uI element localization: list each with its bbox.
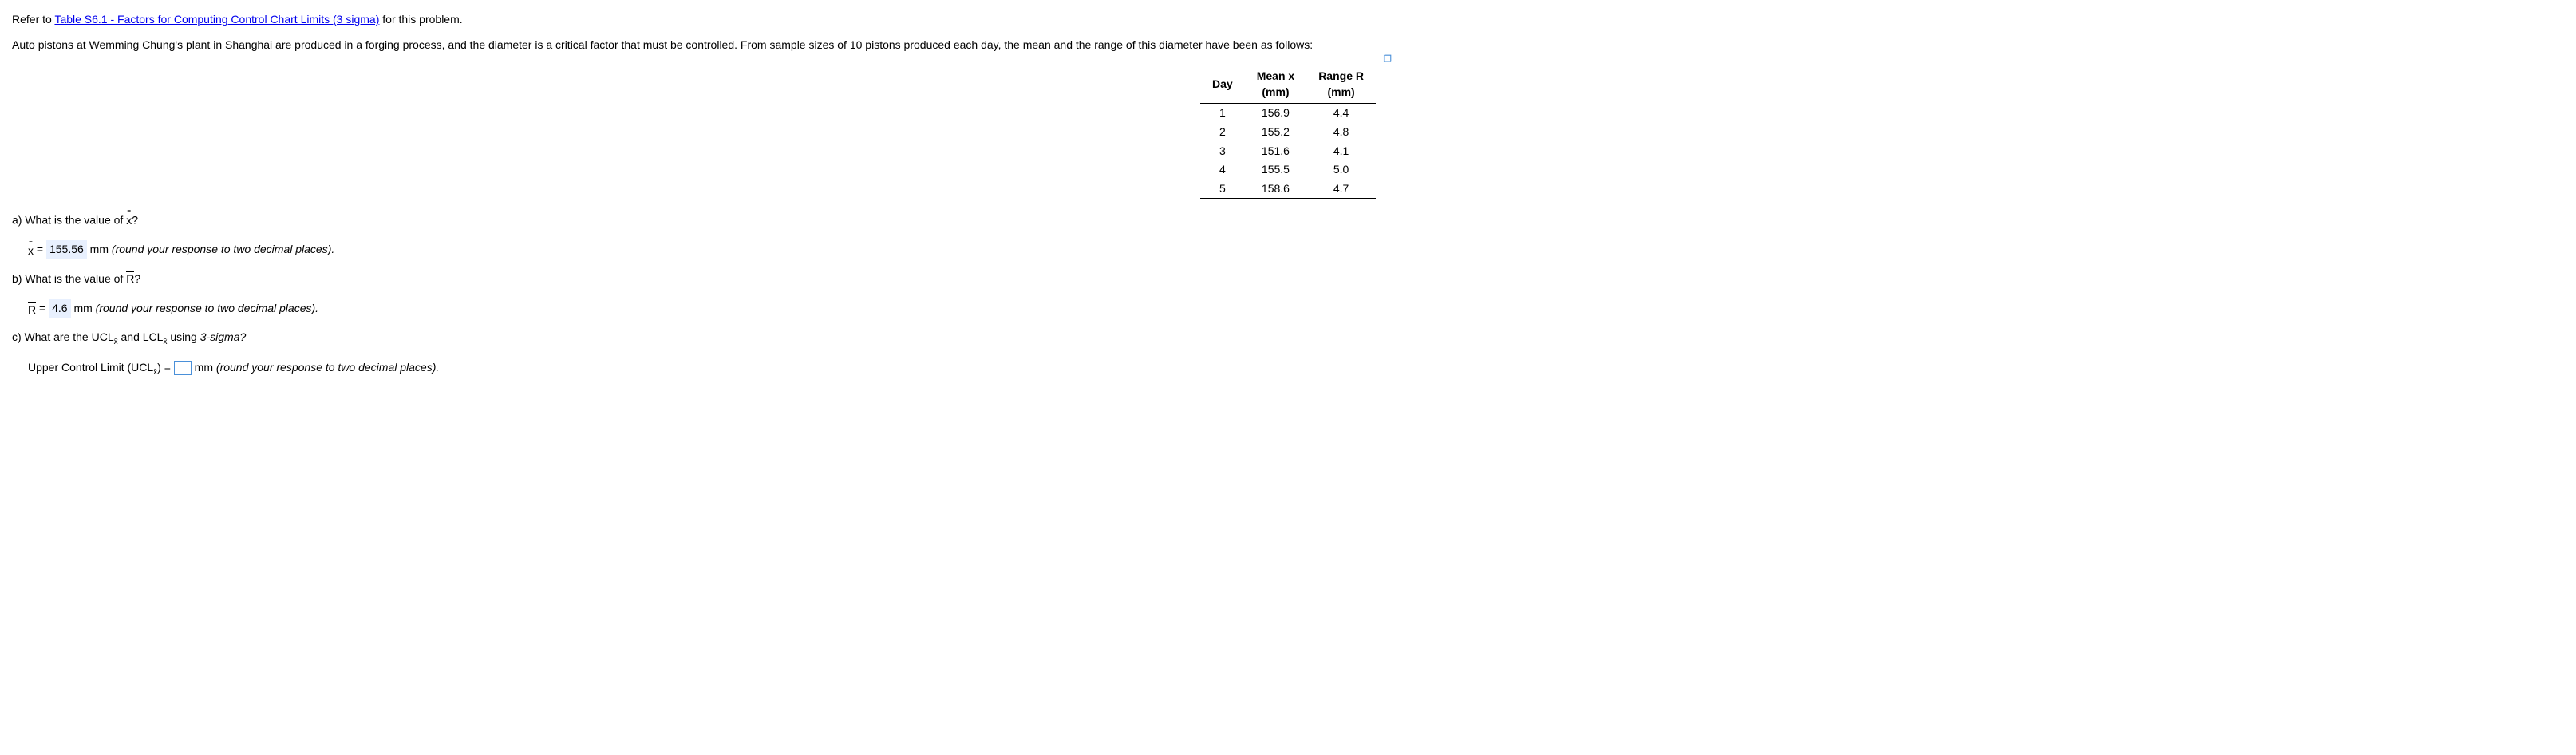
- cell-day: 1: [1200, 104, 1245, 123]
- intro-paragraph-2: Auto pistons at Wemming Chung's plant in…: [12, 38, 2564, 53]
- cell-day: 4: [1200, 160, 1245, 180]
- intro-paragraph-1: Refer to Table S6.1 - Factors for Comput…: [12, 12, 2564, 28]
- question-c: c) What are the UCLx̄ and LCLx̄ using 3-…: [12, 330, 2564, 348]
- cell-day: 5: [1200, 180, 1245, 199]
- cell-range: 4.7: [1306, 180, 1376, 199]
- refer-text-pre: Refer to: [12, 13, 54, 26]
- r-bar-symbol: R: [126, 271, 134, 287]
- question-b: b) What is the value of R?: [12, 271, 2564, 287]
- cell-mean: 156.9: [1245, 104, 1306, 123]
- cell-range: 4.8: [1306, 123, 1376, 142]
- cell-range: 5.0: [1306, 160, 1376, 180]
- r-bar-symbol: R: [28, 302, 36, 318]
- question-a: a) What is the value of x?: [12, 211, 2564, 228]
- answer-c-input[interactable]: [174, 361, 192, 375]
- cell-range: 4.4: [1306, 104, 1376, 123]
- answer-a-input[interactable]: 155.56: [46, 240, 87, 259]
- answer-a: x = 155.56 mm (round your response to tw…: [28, 240, 2564, 259]
- col-mean-header: Mean x (mm): [1245, 65, 1306, 104]
- table-row: 5 158.6 4.7: [1200, 180, 1376, 199]
- table-row: 4 155.5 5.0: [1200, 160, 1376, 180]
- answer-b: R = 4.6 mm (round your response to two d…: [28, 299, 2564, 318]
- cell-day: 2: [1200, 123, 1245, 142]
- copy-icon[interactable]: ❐: [1383, 53, 1392, 66]
- cell-mean: 151.6: [1245, 142, 1306, 161]
- answer-b-input[interactable]: 4.6: [49, 299, 70, 318]
- hint-text: (round your response to two decimal plac…: [96, 302, 318, 314]
- refer-text-post: for this problem.: [379, 13, 462, 26]
- cell-day: 3: [1200, 142, 1245, 161]
- cell-range: 4.1: [1306, 142, 1376, 161]
- table-row: 3 151.6 4.1: [1200, 142, 1376, 161]
- hint-text: (round your response to two decimal plac…: [112, 243, 334, 255]
- answer-c: Upper Control Limit (UCLx̄) = mm (round …: [28, 360, 2564, 378]
- context-text: Auto pistons at Wemming Chung's plant in…: [12, 38, 1313, 51]
- table-row: 1 156.9 4.4: [1200, 104, 1376, 123]
- col-range-header: Range R (mm): [1306, 65, 1376, 104]
- table-row: 2 155.2 4.8: [1200, 123, 1376, 142]
- data-table-wrapper: ❐ Day Mean x (mm) Range R (mm) 1 156.9 4…: [12, 65, 2564, 199]
- cell-mean: 158.6: [1245, 180, 1306, 199]
- x-double-bar-symbol: x: [28, 242, 34, 259]
- table-link[interactable]: Table S6.1 - Factors for Computing Contr…: [54, 13, 379, 26]
- col-day-header: Day: [1200, 65, 1245, 104]
- cell-mean: 155.2: [1245, 123, 1306, 142]
- hint-text: (round your response to two decimal plac…: [216, 361, 439, 374]
- cell-mean: 155.5: [1245, 160, 1306, 180]
- data-table: Day Mean x (mm) Range R (mm) 1 156.9 4.4…: [1200, 65, 1376, 199]
